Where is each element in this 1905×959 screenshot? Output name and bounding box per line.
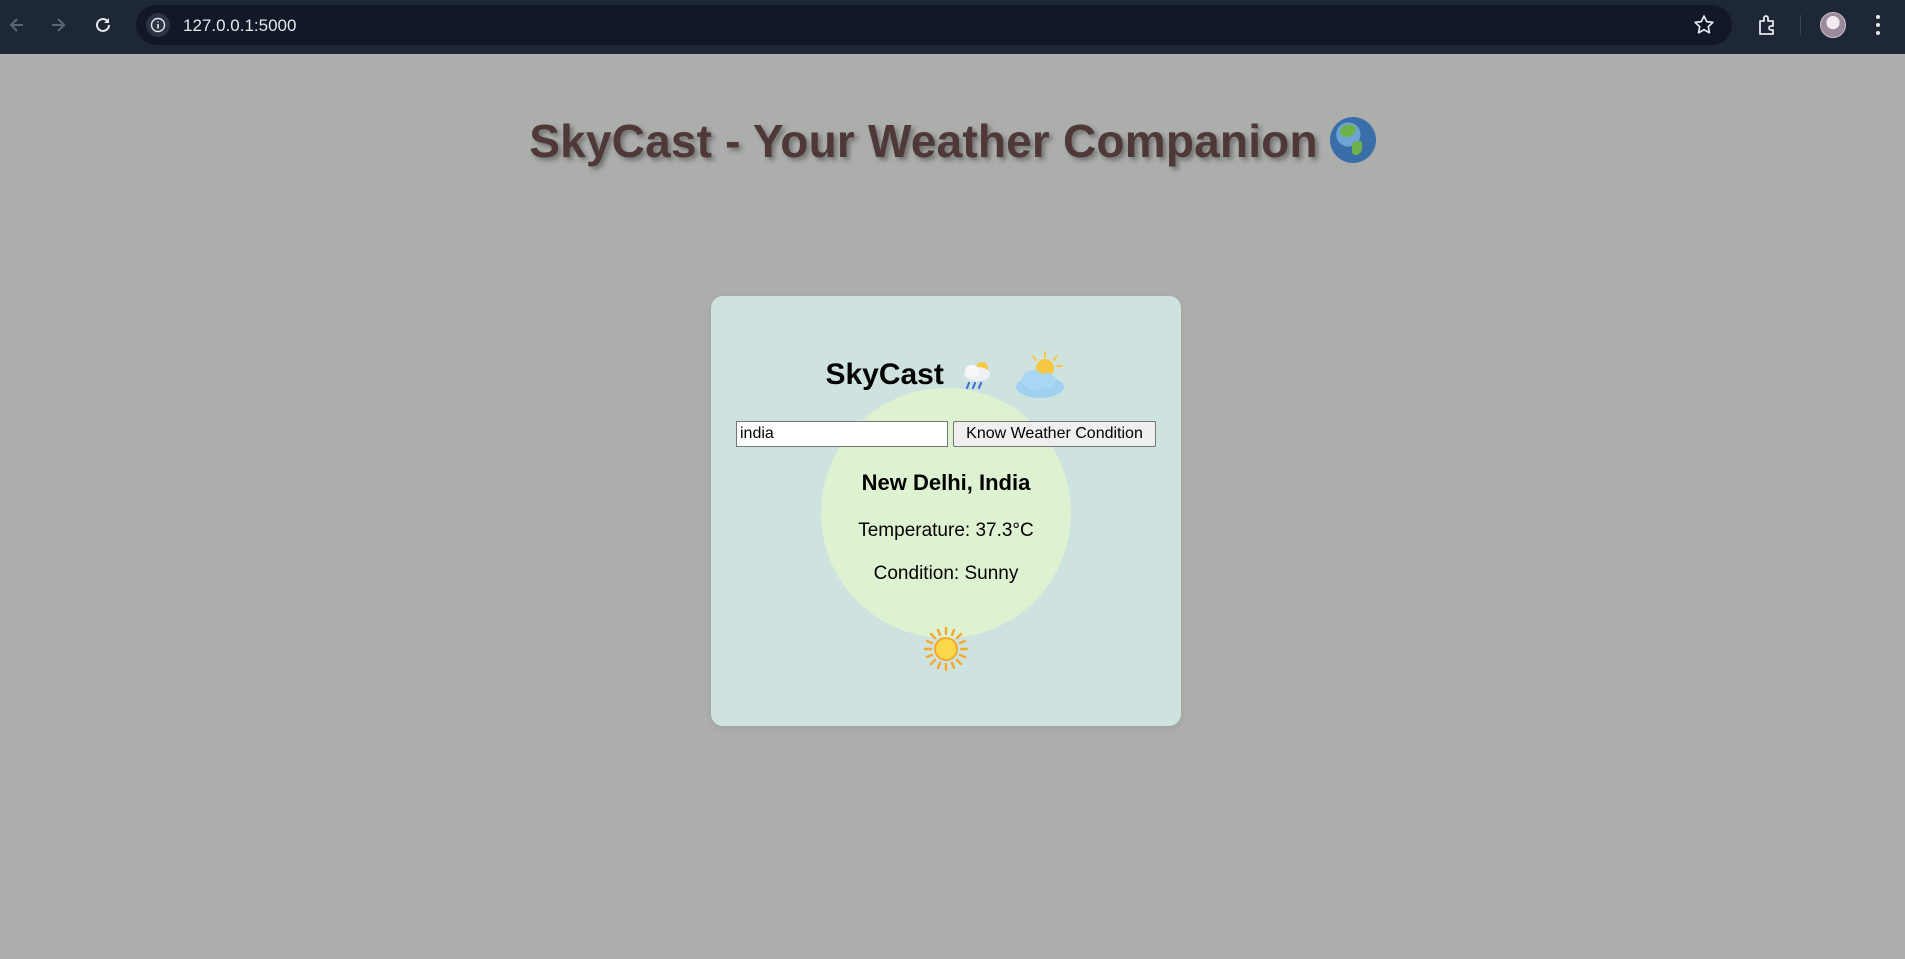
city-search-input[interactable]	[736, 421, 948, 447]
address-bar[interactable]: 127.0.0.1:5000	[136, 5, 1732, 45]
site-info-icon[interactable]	[146, 13, 170, 37]
page-title: SkyCast - Your Weather Companion	[0, 114, 1905, 168]
back-icon[interactable]	[2, 10, 32, 40]
cloud-rain-icon	[960, 359, 994, 391]
temperature-text: Temperature: 37.3°C	[858, 520, 1034, 541]
sun-icon	[922, 625, 970, 673]
toolbar-divider	[1800, 15, 1801, 35]
know-weather-button[interactable]: Know Weather Condition	[953, 421, 1156, 447]
weather-card: SkyCast Know Weather Condition New Delh	[711, 296, 1181, 726]
browser-toolbar: 127.0.0.1:5000	[0, 0, 1905, 54]
profile-avatar[interactable]	[1820, 12, 1846, 38]
menu-icon[interactable]	[1872, 12, 1884, 38]
bookmark-star-icon[interactable]	[1692, 13, 1716, 37]
reload-icon[interactable]	[88, 10, 118, 40]
page-title-text: SkyCast - Your Weather Companion	[529, 115, 1318, 167]
condition-text: Condition: Sunny	[873, 563, 1019, 584]
url-text[interactable]: 127.0.0.1:5000	[183, 16, 296, 36]
forward-icon[interactable]	[43, 10, 73, 40]
card-title-text: SkyCast	[825, 358, 944, 391]
extensions-icon[interactable]	[1754, 12, 1780, 38]
globe-icon	[1329, 117, 1376, 163]
card-title: SkyCast	[711, 350, 1181, 400]
sun-behind-cloud-icon	[1013, 350, 1067, 400]
location-name: New Delhi, India	[861, 470, 1031, 495]
